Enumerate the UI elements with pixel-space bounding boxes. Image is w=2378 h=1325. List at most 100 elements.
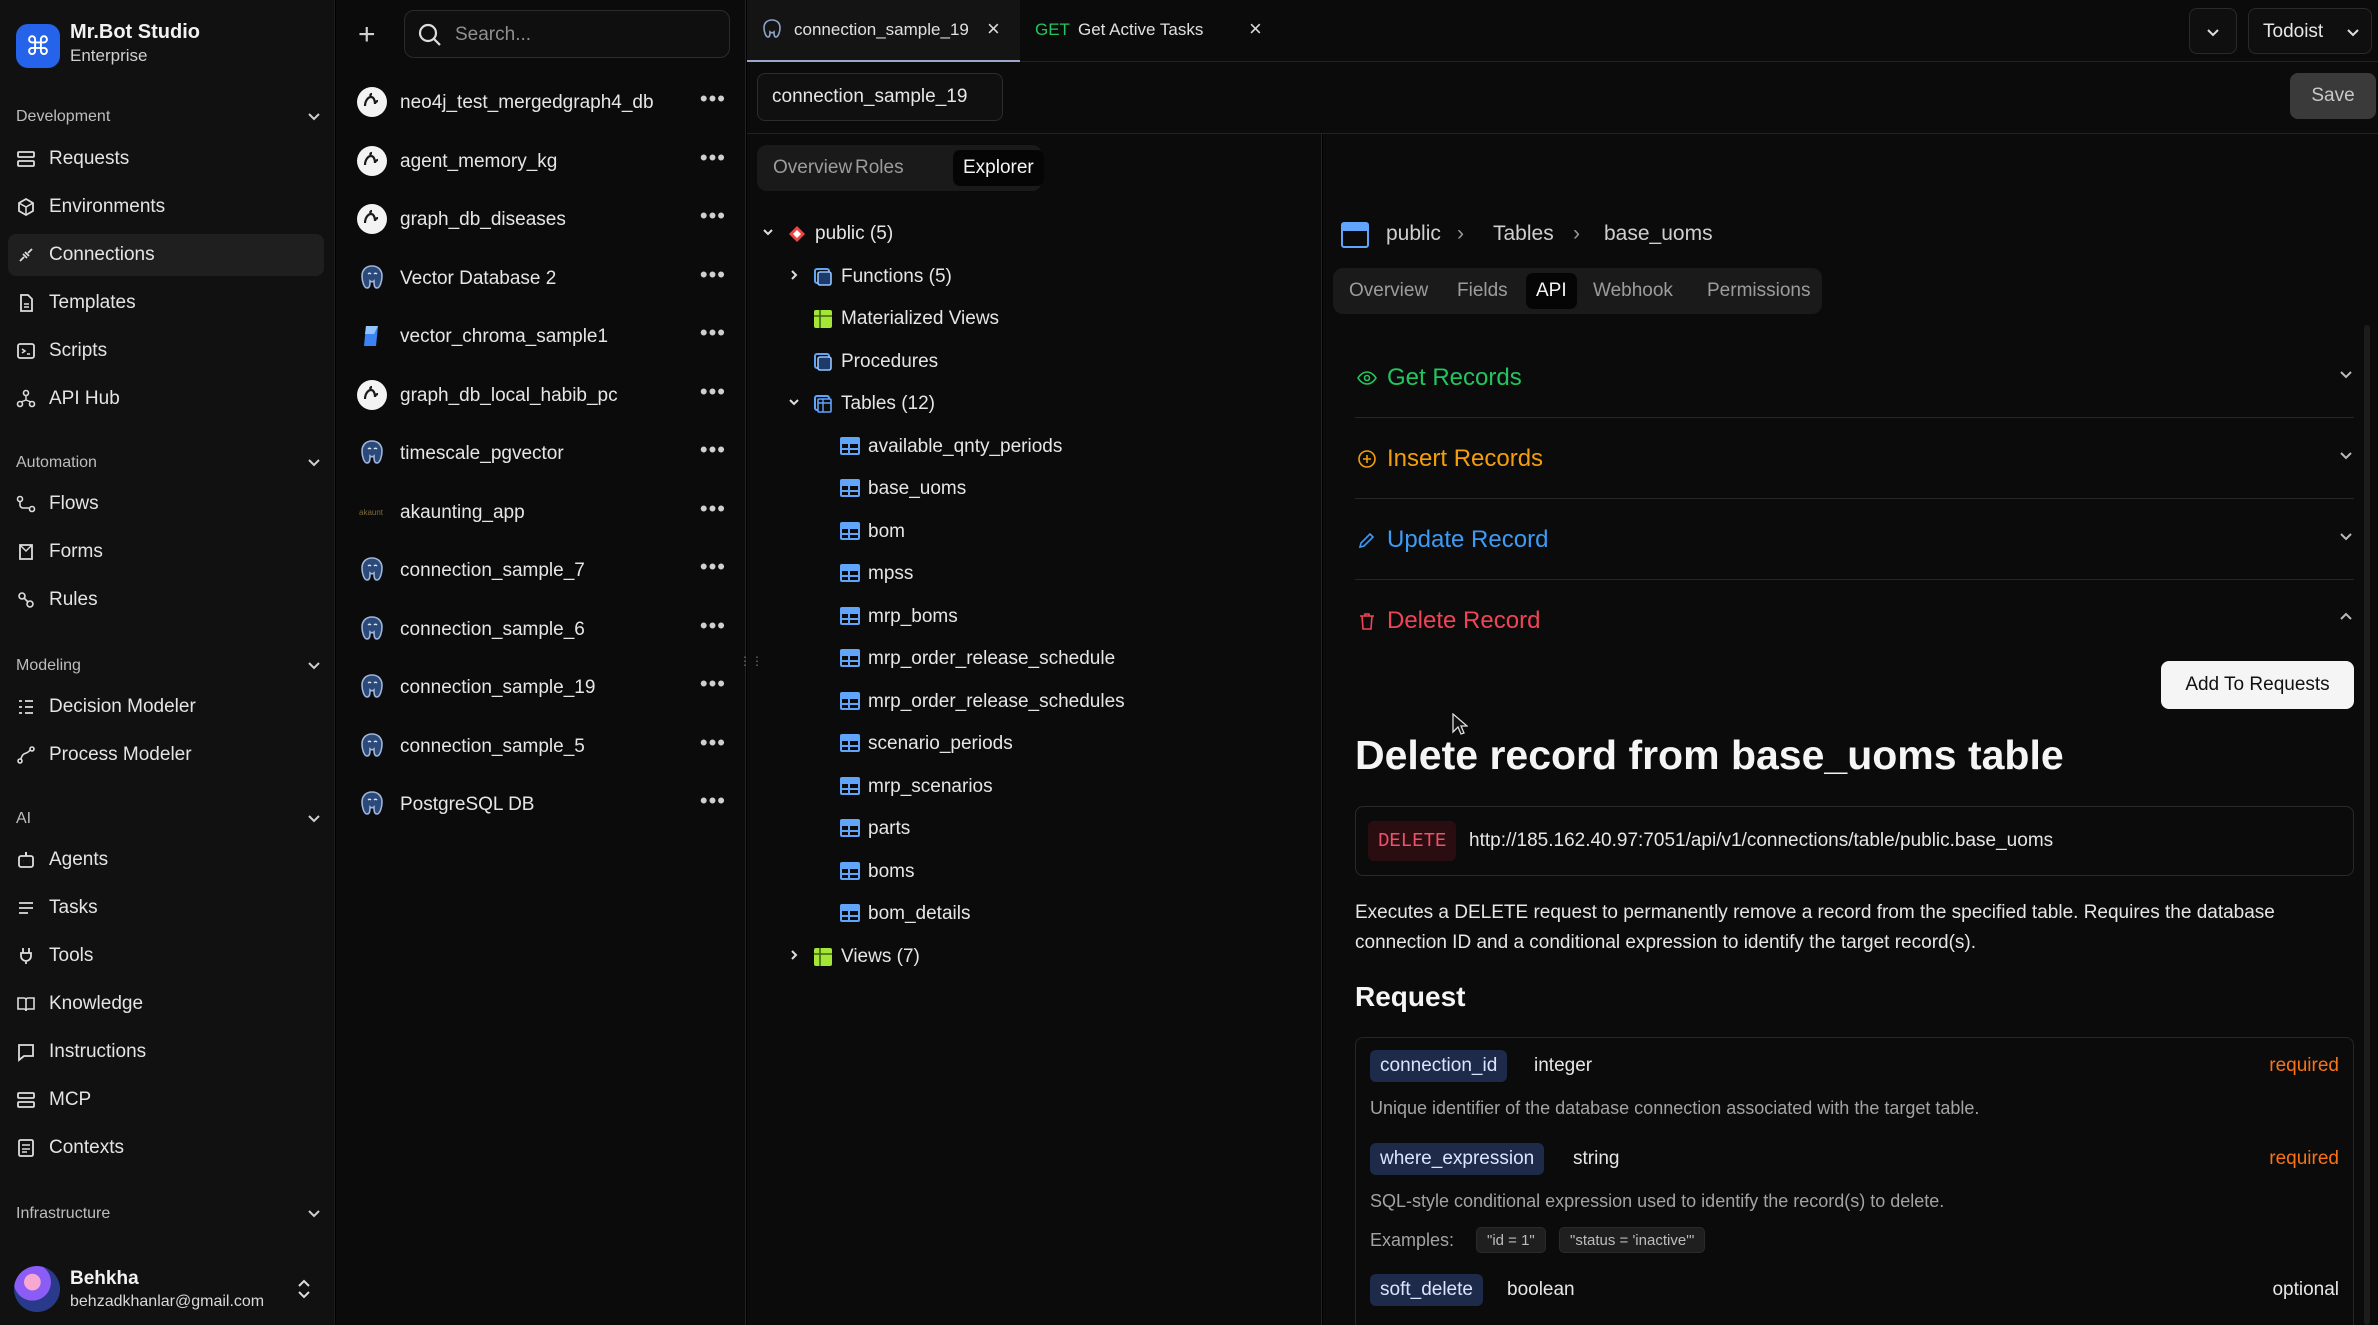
sidebar-item-templates[interactable]: Templates <box>8 282 324 324</box>
connection-name-field[interactable] <box>757 73 1003 121</box>
close-tab-icon[interactable]: × <box>987 16 1000 42</box>
section-infrastructure-toggle[interactable]: Infrastructure <box>16 1199 324 1229</box>
tab-connection-sample-19[interactable]: connection_sample_19 × <box>747 0 1020 62</box>
tree-schema-public[interactable]: public (5) <box>747 216 1317 250</box>
tab-roles[interactable]: Roles <box>845 150 914 186</box>
more-options-button[interactable]: ••• <box>700 496 726 522</box>
connection-item[interactable]: timescale_pgvector ••• <box>348 428 734 478</box>
sidebar-item-agents[interactable]: Agents <box>8 839 324 881</box>
get-records-section[interactable]: Get Records <box>1355 338 2354 418</box>
more-options-button[interactable]: ••• <box>700 379 726 405</box>
sidebar-item-api-hub[interactable]: API Hub <box>8 378 324 420</box>
connection-item[interactable]: Vector Database 2 ••• <box>348 253 734 303</box>
sidebar-item-rules[interactable]: Rules <box>8 579 324 621</box>
connection-item[interactable]: connection_sample_6 ••• <box>348 604 734 654</box>
sidebar-item-forms[interactable]: Forms <box>8 531 324 573</box>
tree-table-item[interactable]: available_qnty_periods <box>747 429 1317 463</box>
tree-table-item[interactable]: mrp_scenarios <box>747 769 1317 803</box>
insert-records-section[interactable]: Insert Records <box>1355 419 2354 499</box>
connection-item[interactable]: akaunt akaunting_app ••• <box>348 487 734 537</box>
workspace-select[interactable]: Todoist <box>2248 8 2372 54</box>
search-input[interactable] <box>455 22 715 48</box>
sidebar-item-connections[interactable]: Connections <box>8 234 324 276</box>
breadcrumb-separator: › <box>1457 222 1464 245</box>
tree-table-item[interactable]: bom <box>747 514 1317 548</box>
tab-get-active-tasks[interactable]: GET Get Active Tasks × <box>1021 0 1271 62</box>
tab-webhook[interactable]: Webhook <box>1583 273 1683 309</box>
add-connection-button[interactable]: + <box>358 18 376 52</box>
tree-table-item[interactable]: mrp_boms <box>747 599 1317 633</box>
tree-procedures[interactable]: Procedures <box>747 344 1317 378</box>
tree-materialized-views[interactable]: Materialized Views <box>747 301 1317 335</box>
tree-table-item[interactable]: mrp_order_release_schedule <box>747 641 1317 675</box>
tab-api[interactable]: API <box>1526 273 1577 309</box>
connection-item[interactable]: connection_sample_19 ••• <box>348 662 734 712</box>
update-record-section[interactable]: Update Record <box>1355 500 2354 580</box>
connection-item[interactable]: graph_db_local_habib_pc ••• <box>348 370 734 420</box>
sidebar-item-instructions[interactable]: Instructions <box>8 1031 324 1073</box>
more-options-button[interactable]: ••• <box>700 145 726 171</box>
tab-explorer[interactable]: Explorer <box>953 150 1044 186</box>
more-options-button[interactable]: ••• <box>700 554 726 580</box>
tree-tables[interactable]: Tables (12) <box>747 386 1317 420</box>
resize-handle[interactable]: ⋮⋮ <box>739 654 763 674</box>
connection-item[interactable]: connection_sample_5 ••• <box>348 721 734 771</box>
more-options-button[interactable]: ••• <box>700 203 726 229</box>
connection-item[interactable]: graph_db_diseases ••• <box>348 194 734 244</box>
more-options-button[interactable]: ••• <box>700 730 726 756</box>
tree-table-item[interactable]: mpss <box>747 556 1317 590</box>
sidebar-item-contexts[interactable]: Contexts <box>8 1127 324 1169</box>
connection-item[interactable]: connection_sample_7 ••• <box>348 545 734 595</box>
sidebar-item-decision-modeler[interactable]: Decision Modeler <box>8 686 324 728</box>
tree-table-item[interactable]: bom_details <box>747 896 1317 930</box>
tree-table-item[interactable]: boms <box>747 854 1317 888</box>
save-button[interactable]: Save <box>2290 73 2376 119</box>
tree-views[interactable]: Views (7) <box>747 939 1317 973</box>
breadcrumb-tables[interactable]: Tables <box>1493 222 1554 246</box>
section-development-toggle[interactable]: Development <box>16 102 324 132</box>
section-ai-toggle[interactable]: AI <box>16 804 324 834</box>
more-options-button[interactable]: ••• <box>700 262 726 288</box>
tree-table-item[interactable]: base_uoms <box>747 471 1317 505</box>
search-box[interactable] <box>404 10 730 58</box>
sidebar-item-process-modeler[interactable]: Process Modeler <box>8 734 324 776</box>
section-modeling-toggle[interactable]: Modeling <box>16 651 324 681</box>
more-options-button[interactable]: ••• <box>700 437 726 463</box>
tab-fields[interactable]: Fields <box>1447 273 1518 309</box>
connection-item[interactable]: vector_chroma_sample1 ••• <box>348 311 734 361</box>
scrollbar[interactable] <box>2364 325 2370 1325</box>
breadcrumb-public[interactable]: public <box>1386 222 1441 246</box>
tree-table-item[interactable]: scenario_periods <box>747 726 1317 760</box>
sidebar-item-scripts[interactable]: Scripts <box>8 330 324 372</box>
sidebar-item-tools[interactable]: Tools <box>8 935 324 977</box>
tree-table-item[interactable]: mrp_order_release_schedules <box>747 684 1317 718</box>
more-options-button[interactable]: ••• <box>700 671 726 697</box>
more-options-button[interactable]: ••• <box>700 788 726 814</box>
sidebar-item-mcp[interactable]: MCP <box>8 1079 324 1121</box>
sidebar-item-requests[interactable]: Requests <box>8 138 324 180</box>
sidebar-item-knowledge[interactable]: Knowledge <box>8 983 324 1025</box>
connection-item[interactable]: agent_memory_kg ••• <box>348 136 734 186</box>
delete-record-section[interactable]: Delete Record <box>1355 581 2354 661</box>
tabs-dropdown-button[interactable] <box>2189 8 2237 54</box>
close-tab-icon[interactable]: × <box>1249 16 1262 42</box>
more-options-button[interactable]: ••• <box>700 613 726 639</box>
more-options-button[interactable]: ••• <box>700 320 726 346</box>
sidebar-item-environments[interactable]: Environments <box>8 186 324 228</box>
sidebar-item-tasks[interactable]: Tasks <box>8 887 324 929</box>
user-menu[interactable]: Behkha behzadkhanlar@gmail.com <box>14 1262 324 1318</box>
tab-overview[interactable]: Overview <box>1339 273 1438 309</box>
section-automation-toggle[interactable]: Automation <box>16 448 324 478</box>
tree-table-item[interactable]: parts <box>747 811 1317 845</box>
sidebar-item-flows[interactable]: Flows <box>8 483 324 525</box>
connection-item[interactable]: PostgreSQL DB ••• <box>348 779 734 829</box>
more-options-button[interactable]: ••• <box>700 86 726 112</box>
param-name: where_expression <box>1370 1143 1545 1175</box>
tools-icon <box>20 948 32 964</box>
add-to-requests-button[interactable]: Add To Requests <box>2161 661 2354 709</box>
brand-switcher[interactable]: ⌘ Mr.Bot Studio Enterprise <box>16 18 316 68</box>
connection-item[interactable]: neo4j_test_mergedgraph4_db ••• <box>348 77 734 127</box>
tab-permissions[interactable]: Permissions <box>1697 273 1820 309</box>
tasks-icon <box>19 902 33 914</box>
tree-functions[interactable]: Functions (5) <box>747 259 1317 293</box>
